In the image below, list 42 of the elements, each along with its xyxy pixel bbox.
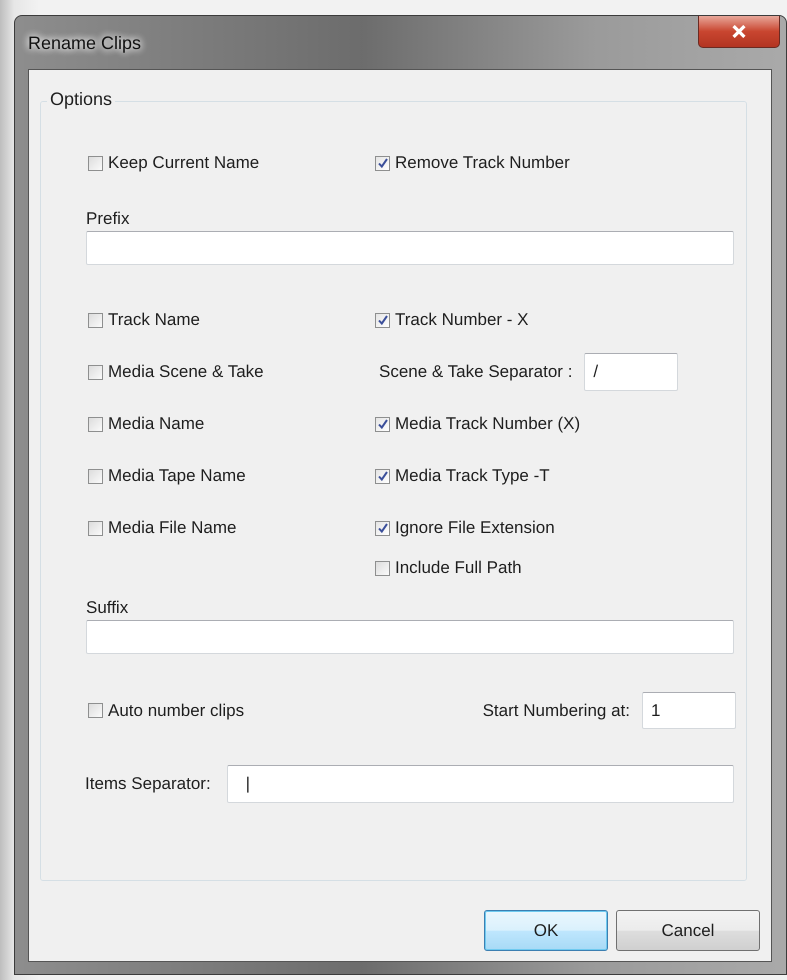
checkbox-label: Ignore File Extension [395,518,555,538]
checkbox[interactable] [375,312,390,328]
checkbox[interactable] [88,416,103,432]
field-label: Suffix [86,598,128,618]
checkbox-label: Track Name [108,310,200,330]
field-label: Scene & Take Separator : [379,362,572,382]
checkbox-label: Auto number clips [108,700,244,720]
checkbox-label: Remove Track Number [395,153,570,173]
checkbox[interactable] [88,312,103,328]
field-label: Items Separator: [85,774,211,794]
checkbox[interactable] [375,156,390,170]
checkbox-label: Media Tape Name [108,466,246,486]
checkbox[interactable] [375,468,390,484]
window-title: Rename Clips [28,33,142,54]
checkbox-label: Track Number - X [395,310,529,330]
input-field[interactable] [86,231,734,265]
checkbox[interactable] [375,560,390,576]
checkbox[interactable] [88,520,103,536]
checkbox[interactable] [88,468,103,484]
checkbox-label: Media Track Type -T [395,466,550,486]
input-field[interactable] [86,620,734,654]
input-field[interactable]: / [584,353,678,391]
group-title: Options [47,89,116,110]
checkbox[interactable] [375,416,390,432]
checkbox[interactable] [88,703,103,718]
checkbox-label: Media File Name [108,518,236,538]
checkbox-label: Media Name [108,414,204,434]
checkbox[interactable] [88,156,103,170]
close-button[interactable] [698,16,780,48]
checkbox[interactable] [375,520,390,536]
checkbox-label: Media Scene & Take [108,362,264,382]
ok-button[interactable]: OK [484,910,608,951]
checkbox-label: Include Full Path [395,558,522,578]
close-icon [731,25,747,38]
field-label: Start Numbering at: [482,700,630,720]
input-field[interactable]: 1 [642,692,736,729]
checkbox-label: Media Track Number (X) [395,414,580,434]
input-field[interactable]: | [226,765,734,803]
checkbox[interactable] [88,364,103,380]
field-label: Prefix [86,209,130,229]
cancel-button[interactable]: Cancel [616,910,760,951]
checkbox-label: Keep Current Name [108,153,260,173]
